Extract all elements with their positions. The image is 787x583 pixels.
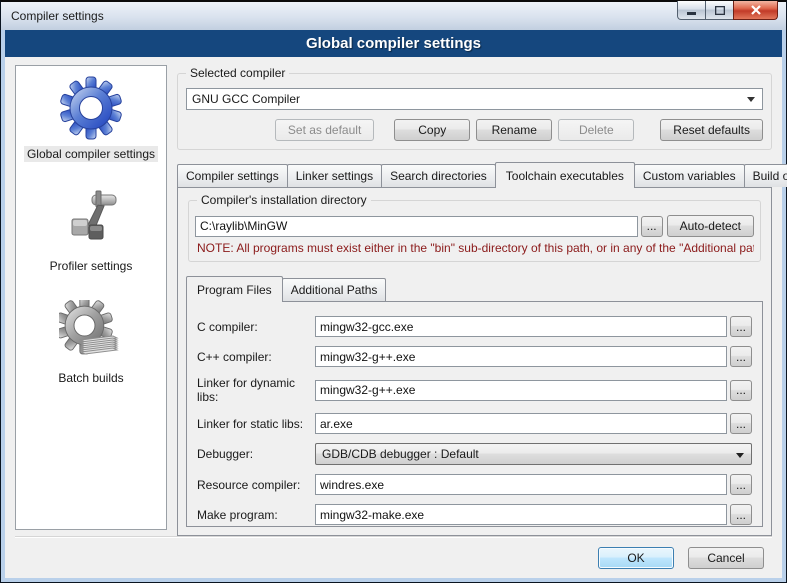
- subtab-program-files[interactable]: Program Files: [186, 276, 283, 302]
- field-row-dynamic-linker: Linker for dynamic libs: ...: [197, 376, 752, 404]
- program-files-panel: C compiler: ... C++ compiler: ... Linker…: [186, 301, 763, 527]
- bin-subdirectory-note: NOTE: All programs must exist either in …: [195, 241, 754, 255]
- settings-tabstrip: Compiler settings Linker settings Search…: [177, 162, 772, 187]
- field-label: C++ compiler:: [197, 350, 315, 364]
- maximize-button[interactable]: [705, 1, 734, 20]
- debugger-select-value: GDB/CDB debugger : Default: [322, 447, 479, 461]
- field-row-resource-compiler: Resource compiler: ...: [197, 474, 752, 495]
- selected-compiler-legend: Selected compiler: [186, 66, 289, 80]
- static-linker-browse-button[interactable]: ...: [730, 413, 752, 434]
- maximize-icon: [715, 6, 725, 15]
- sidebar-item-label: Batch builds: [55, 370, 126, 386]
- reset-defaults-button[interactable]: Reset defaults: [660, 119, 763, 141]
- tab-build-options[interactable]: Build options: [744, 164, 787, 187]
- field-row-make-program: Make program: ...: [197, 504, 752, 525]
- installation-directory-legend: Compiler's installation directory: [197, 193, 371, 207]
- close-icon: [751, 5, 761, 15]
- cancel-button[interactable]: Cancel: [688, 547, 764, 569]
- field-row-debugger: Debugger: GDB/CDB debugger : Default: [197, 443, 752, 465]
- field-row-c-compiler: C compiler: ...: [197, 316, 752, 337]
- minimize-icon: [687, 6, 697, 15]
- sidebar-item-label: Profiler settings: [47, 258, 136, 274]
- dialog-footer: OK Cancel: [15, 536, 772, 578]
- sidebar-item-profiler-settings[interactable]: Profiler settings: [47, 188, 136, 274]
- c-compiler-browse-button[interactable]: ...: [730, 316, 752, 337]
- delete-button[interactable]: Delete: [558, 119, 634, 141]
- copy-button[interactable]: Copy: [394, 119, 470, 141]
- program-files-tabstrip: Program Files Additional Paths: [186, 276, 763, 301]
- window-controls: [678, 1, 778, 20]
- tab-toolchain-executables[interactable]: Toolchain executables: [495, 162, 635, 188]
- static-linker-input[interactable]: [315, 413, 727, 434]
- field-label: C compiler:: [197, 320, 315, 334]
- field-label: Linker for static libs:: [197, 417, 315, 431]
- installation-directory-group: Compiler's installation directory ... Au…: [188, 200, 761, 262]
- compiler-combobox-value: GNU GCC Compiler: [192, 92, 300, 106]
- field-label: Linker for dynamic libs:: [197, 376, 315, 404]
- batch-builds-icon: [59, 300, 123, 364]
- sidebar-item-global-compiler-settings[interactable]: Global compiler settings: [24, 76, 158, 162]
- resource-compiler-input[interactable]: [315, 474, 727, 495]
- tab-search-directories[interactable]: Search directories: [381, 164, 496, 187]
- dynamic-linker-browse-button[interactable]: ...: [730, 380, 752, 401]
- dialog-client-area: Global compiler settings: [5, 57, 782, 578]
- set-as-default-button[interactable]: Set as default: [275, 119, 374, 141]
- toolchain-executables-panel: Compiler's installation directory ... Au…: [177, 187, 772, 536]
- settings-category-list: Global compiler settings: [15, 65, 167, 530]
- field-label: Resource compiler:: [197, 478, 315, 492]
- chevron-down-icon: [747, 97, 755, 102]
- install-dir-input[interactable]: [195, 216, 638, 237]
- tab-compiler-settings[interactable]: Compiler settings: [177, 164, 288, 187]
- tab-linker-settings[interactable]: Linker settings: [287, 164, 382, 187]
- close-button[interactable]: [733, 1, 778, 20]
- profiler-caliper-icon: [59, 188, 123, 252]
- minimize-button[interactable]: [677, 1, 706, 20]
- autodetect-button[interactable]: Auto-detect: [667, 215, 754, 237]
- compiler-settings-dialog: Compiler settings Global compiler settin…: [0, 0, 787, 583]
- debugger-select[interactable]: GDB/CDB debugger : Default: [315, 443, 752, 465]
- sidebar-item-batch-builds[interactable]: Batch builds: [55, 300, 126, 386]
- selected-compiler-group: Selected compiler GNU GCC Compiler Set a…: [177, 73, 772, 150]
- rename-button[interactable]: Rename: [476, 119, 552, 141]
- install-dir-browse-button[interactable]: ...: [641, 216, 663, 237]
- chevron-down-icon: [736, 453, 744, 458]
- compiler-gear-icon: [59, 76, 123, 140]
- field-label: Debugger:: [197, 447, 315, 461]
- subtab-additional-paths[interactable]: Additional Paths: [282, 278, 387, 301]
- sidebar-item-label: Global compiler settings: [24, 146, 158, 162]
- c-compiler-input[interactable]: [315, 316, 727, 337]
- field-label: Make program:: [197, 508, 315, 522]
- field-row-cpp-compiler: C++ compiler: ...: [197, 346, 752, 367]
- dynamic-linker-input[interactable]: [315, 380, 727, 401]
- tab-custom-variables[interactable]: Custom variables: [634, 164, 745, 187]
- resource-compiler-browse-button[interactable]: ...: [730, 474, 752, 495]
- ok-button[interactable]: OK: [598, 547, 674, 569]
- make-program-input[interactable]: [315, 504, 727, 525]
- page-title: Global compiler settings: [5, 30, 782, 57]
- title-bar[interactable]: Compiler settings: [1, 2, 786, 30]
- window-title: Compiler settings: [1, 9, 104, 23]
- compiler-combobox[interactable]: GNU GCC Compiler: [186, 88, 763, 110]
- field-row-static-linker: Linker for static libs: ...: [197, 413, 752, 434]
- make-program-browse-button[interactable]: ...: [730, 504, 752, 525]
- compiler-actions: Set as default Copy Rename Delete Reset …: [186, 119, 763, 141]
- cpp-compiler-input[interactable]: [315, 346, 727, 367]
- cpp-compiler-browse-button[interactable]: ...: [730, 346, 752, 367]
